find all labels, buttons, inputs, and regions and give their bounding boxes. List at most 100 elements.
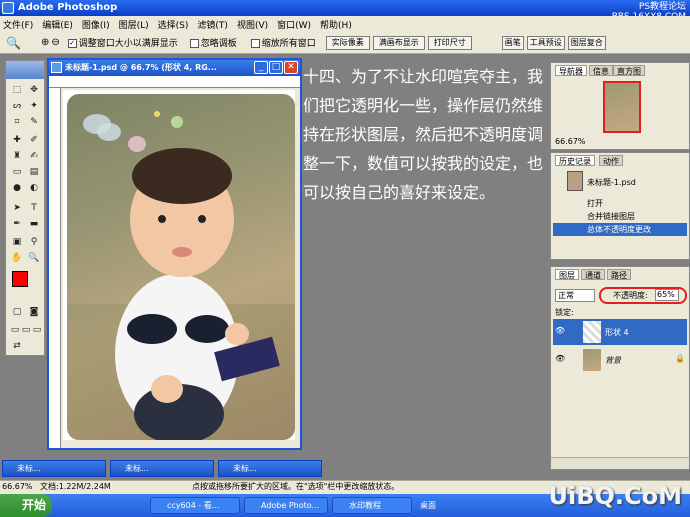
- brush-tool-icon[interactable]: ✐: [27, 133, 41, 147]
- zoom-tool-box-icon[interactable]: 🔍: [27, 251, 41, 265]
- blur-tool-icon[interactable]: ●: [10, 181, 24, 195]
- baby-photo[interactable]: [67, 94, 295, 440]
- opacity-input[interactable]: 65%: [655, 289, 679, 301]
- eyedropper-tool-icon[interactable]: ⚲: [27, 235, 41, 249]
- lasso-tool-icon[interactable]: ᔕ: [10, 99, 24, 113]
- tab-navigator[interactable]: 导航器: [555, 65, 587, 76]
- fit-screen-button[interactable]: 满画布显示: [372, 35, 425, 50]
- status-doc-size: 文档:1.22M/2.24M: [40, 482, 111, 491]
- zoom-all-checkbox[interactable]: [250, 39, 260, 48]
- tab-info[interactable]: 信息: [589, 65, 613, 76]
- menu-filter[interactable]: 滤镜(T): [197, 18, 228, 31]
- taskbar-item[interactable]: Adobe Photo...: [244, 497, 328, 514]
- lock-icon: 🔒: [675, 354, 685, 363]
- resize-windows-option[interactable]: ✓ 调整窗口大小以满屏显示: [67, 36, 178, 49]
- quick-mask-icon[interactable]: ◙: [27, 305, 41, 319]
- taskbar-item[interactable]: ccy604 - 看...: [150, 497, 240, 514]
- palette-well-brushes[interactable]: 画笔: [501, 35, 524, 50]
- healing-brush-icon[interactable]: ✚: [10, 133, 24, 147]
- zoom-in-icon[interactable]: ⊕: [41, 37, 49, 48]
- menu-view[interactable]: 视图(V): [237, 18, 268, 31]
- document-icon: [51, 62, 62, 73]
- snapshot-thumbnail[interactable]: [567, 171, 583, 191]
- layer-row[interactable]: 👁 背景 🔒: [553, 347, 687, 373]
- magic-wand-tool-icon[interactable]: ✦: [27, 99, 41, 113]
- maximize-button[interactable]: □: [269, 61, 283, 74]
- canvas[interactable]: [63, 90, 295, 440]
- taskbar-item[interactable]: 水印教程: [332, 497, 412, 514]
- menu-image[interactable]: 图像(I): [82, 18, 110, 31]
- document-window[interactable]: 未标题-1.psd @ 66.7% (形状 4, RG... _ □ ✕: [47, 58, 302, 450]
- jump-to-imageready-icon[interactable]: ⇄: [10, 339, 24, 353]
- history-item-selected[interactable]: 总体不透明度更改: [553, 223, 687, 236]
- tab-layers[interactable]: 图层: [555, 269, 579, 280]
- gradient-tool-icon[interactable]: ▤: [27, 165, 41, 179]
- taskbar-item-label: 水印教程: [349, 501, 381, 510]
- notes-tool-icon[interactable]: ▣: [10, 235, 24, 249]
- tab-channels[interactable]: 通道: [581, 269, 605, 280]
- foreground-color-swatch[interactable]: [12, 271, 28, 287]
- marquee-tool-icon[interactable]: ⬚: [10, 83, 24, 97]
- zoom-all-option[interactable]: 缩放所有窗口: [250, 36, 316, 49]
- history-brush-icon[interactable]: ✍: [27, 149, 41, 163]
- desktop-toolbar-label[interactable]: 桌面: [420, 500, 436, 511]
- menu-window[interactable]: 窗口(W): [277, 18, 311, 31]
- actual-pixels-button[interactable]: 实际像素: [325, 35, 370, 50]
- slice-tool-icon[interactable]: ✎: [27, 115, 41, 129]
- menu-edit[interactable]: 编辑(E): [42, 18, 73, 31]
- minimized-document[interactable]: 未标...: [2, 460, 106, 477]
- resize-windows-label: 调整窗口大小以满屏显示: [78, 39, 178, 49]
- screen-mode-3-icon[interactable]: ▭: [30, 323, 44, 337]
- ignore-palettes-option[interactable]: 忽略调板: [189, 36, 237, 49]
- layer-name[interactable]: 背景: [605, 355, 621, 366]
- menu-layer[interactable]: 图层(L): [119, 18, 149, 31]
- minimize-button[interactable]: _: [254, 61, 268, 74]
- palette-well-layer-comps[interactable]: 图层复合: [567, 35, 606, 50]
- blend-mode-select[interactable]: 正常: [555, 289, 595, 302]
- crop-tool-icon[interactable]: ⌗: [10, 115, 24, 129]
- path-selection-icon[interactable]: ➤: [10, 201, 24, 215]
- layer-name[interactable]: 形状 4: [605, 327, 629, 338]
- start-button[interactable]: 开始: [0, 494, 52, 517]
- navigator-thumbnail[interactable]: [603, 81, 641, 133]
- menu-help[interactable]: 帮助(H): [320, 18, 352, 31]
- menu-file[interactable]: 文件(F): [3, 18, 33, 31]
- hand-tool-icon[interactable]: ✋: [10, 251, 24, 265]
- eraser-tool-icon[interactable]: ▭: [10, 165, 24, 179]
- type-tool-icon[interactable]: T: [27, 201, 41, 215]
- resize-windows-checkbox[interactable]: ✓: [67, 39, 77, 48]
- menu-select[interactable]: 选择(S): [158, 18, 189, 31]
- tab-actions[interactable]: 动作: [599, 155, 623, 166]
- standard-mode-icon[interactable]: ▢: [10, 305, 24, 319]
- tab-paths[interactable]: 路径: [607, 269, 631, 280]
- tab-history[interactable]: 历史记录: [555, 155, 595, 166]
- zoom-out-icon[interactable]: ⊖: [51, 37, 59, 48]
- zoom-tool-icon[interactable]: 🔍: [6, 36, 21, 50]
- ignore-palettes-checkbox[interactable]: [189, 39, 199, 48]
- visibility-eye-icon[interactable]: 👁: [555, 326, 565, 335]
- shape-tool-icon[interactable]: ▬: [27, 217, 41, 231]
- toolbox-header: [6, 61, 44, 79]
- history-item[interactable]: 打开: [553, 197, 687, 210]
- toolbox: ⬚ ✥ ᔕ ✦ ⌗ ✎ ✚ ✐ ♜ ✍ ▭ ▤ ● ◐ ➤ T ✒ ▬ ▣ ⚲ …: [5, 60, 45, 356]
- blend-mode-value: 正常: [558, 291, 574, 300]
- minimized-document[interactable]: 未标...: [110, 460, 214, 477]
- taskbar-item-label: Adobe Photo...: [261, 501, 320, 510]
- clone-stamp-icon[interactable]: ♜: [10, 149, 24, 163]
- forum-watermark-line1: PS教程论坛: [638, 2, 686, 12]
- tab-histogram[interactable]: 直方图: [613, 65, 645, 76]
- status-zoom[interactable]: 66.67%: [2, 481, 33, 493]
- navigator-zoom[interactable]: 66.67%: [555, 137, 586, 146]
- minimized-document[interactable]: 未标...: [218, 460, 322, 477]
- history-item[interactable]: 合并链接图层: [553, 210, 687, 223]
- visibility-eye-icon[interactable]: 👁: [555, 354, 565, 363]
- print-size-button[interactable]: 打印尺寸: [427, 35, 472, 50]
- palette-well-tool-presets[interactable]: 工具预设: [526, 35, 565, 50]
- close-button[interactable]: ✕: [284, 61, 298, 74]
- dodge-tool-icon[interactable]: ◐: [27, 181, 41, 195]
- status-hint: 点按或拖移所要扩大的区域。在"选项"栏中更改缩放状态。: [192, 482, 400, 491]
- layer-row-selected[interactable]: 👁 形状 4: [553, 319, 687, 345]
- pen-tool-icon[interactable]: ✒: [10, 217, 24, 231]
- snapshot-label[interactable]: 未标题-1.psd: [587, 177, 636, 188]
- move-tool-icon[interactable]: ✥: [27, 83, 41, 97]
